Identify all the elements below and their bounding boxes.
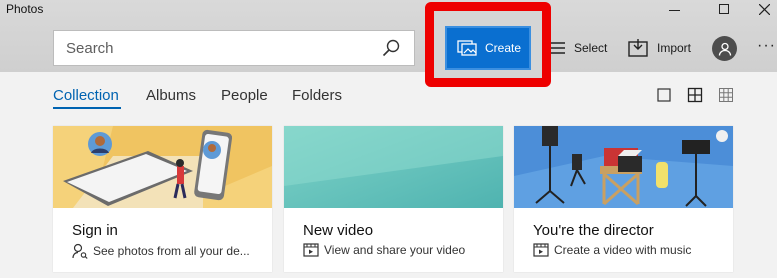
tab-people[interactable]: People (221, 87, 268, 104)
sign-in-illustration (53, 126, 272, 208)
search-box[interactable] (53, 30, 415, 66)
card-subtitle: See photos from all your de... (72, 243, 250, 259)
active-tab-indicator (53, 107, 121, 109)
maximize-button[interactable] (704, 0, 744, 18)
close-button[interactable] (744, 0, 777, 18)
select-button[interactable]: Select (551, 36, 607, 60)
select-label: Select (574, 41, 608, 55)
card-title: You're the director (533, 222, 654, 239)
maximize-icon (719, 4, 729, 14)
card-title: Sign in (72, 222, 118, 239)
new-video-card[interactable]: New video View and share your video (284, 126, 503, 272)
tab-albums[interactable]: Albums (146, 87, 196, 104)
create-icon (457, 40, 477, 56)
card-subtitle-text: Create a video with music (554, 243, 692, 257)
app-title: Photos (6, 2, 44, 16)
sign-in-person-icon (72, 243, 88, 259)
search-icon[interactable] (382, 39, 400, 57)
sign-in-card[interactable]: Sign in See photos from all your de... (53, 126, 272, 272)
create-label: Create (485, 41, 522, 55)
import-label: Import (657, 41, 692, 55)
small-tiles-icon[interactable] (718, 87, 734, 103)
account-avatar[interactable] (712, 36, 737, 61)
import-button[interactable]: Import (628, 36, 691, 60)
director-card[interactable]: You're the director Create a video with … (514, 126, 733, 272)
card-subtitle-text: See photos from all your de... (93, 244, 250, 258)
new-video-thumbnail (284, 126, 503, 208)
video-icon (533, 243, 549, 257)
import-icon (628, 39, 648, 57)
video-icon (303, 243, 319, 257)
card-title: New video (303, 222, 374, 239)
card-subtitle: View and share your video (303, 243, 465, 257)
person-icon (718, 42, 731, 56)
minimize-icon (668, 9, 680, 11)
more-options-button[interactable]: ··· (757, 37, 776, 55)
card-subtitle: Create a video with music (533, 243, 691, 257)
card-subtitle-text: View and share your video (324, 243, 466, 257)
search-input[interactable] (66, 39, 366, 57)
large-tiles-icon[interactable] (656, 87, 672, 103)
close-icon (758, 3, 770, 15)
minimize-button[interactable] (654, 0, 694, 18)
select-icon (551, 42, 565, 54)
medium-tiles-icon[interactable] (687, 87, 703, 103)
tab-folders[interactable]: Folders (292, 87, 342, 104)
director-illustration (514, 126, 733, 208)
create-button[interactable]: Create (445, 26, 531, 70)
tab-collection[interactable]: Collection (53, 87, 119, 104)
